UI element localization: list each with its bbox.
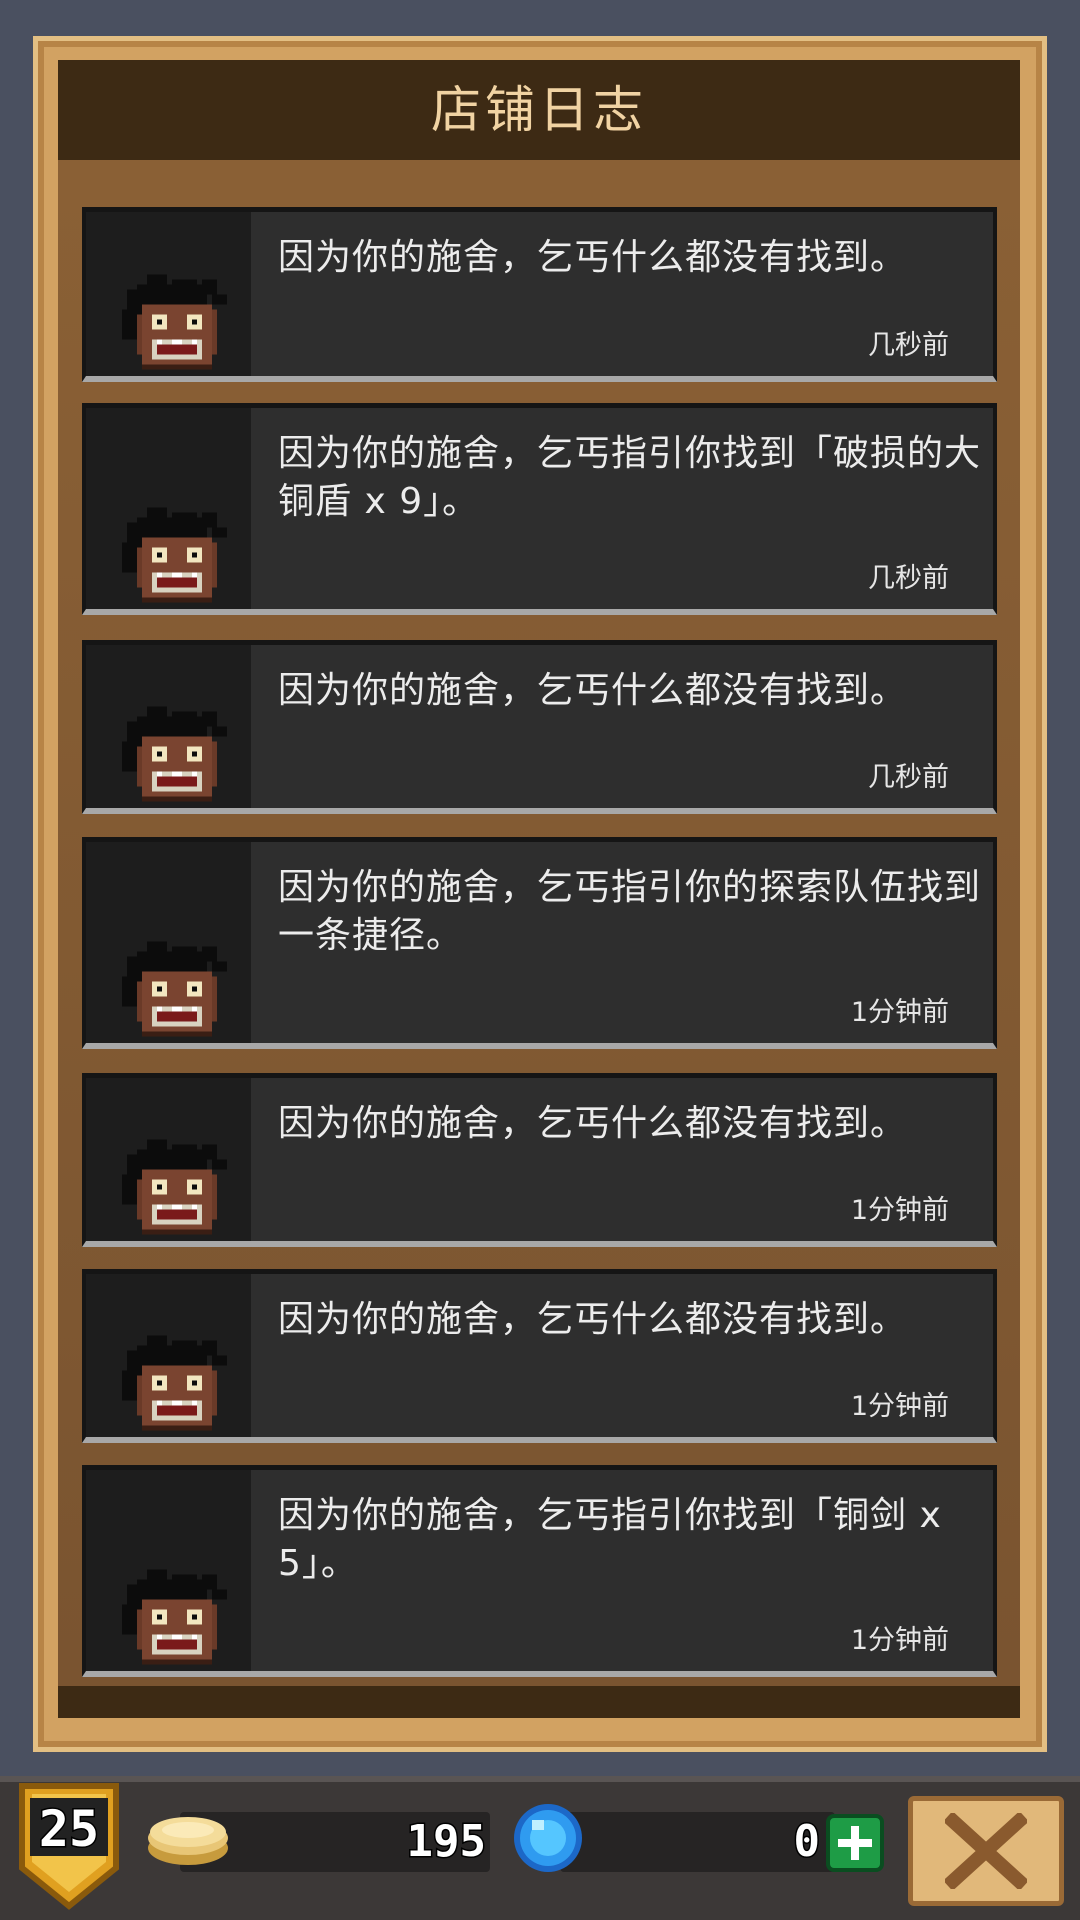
log-entry: 因为你的施舍，乞丐指引你的探索队伍找到一条捷径。 1分钟前 <box>82 837 997 1049</box>
log-message: 因为你的施舍，乞丐什么都没有找到。 <box>278 670 908 711</box>
gem-amount: 0 <box>792 1815 822 1869</box>
log-timestamp: 几秒前 <box>868 563 949 594</box>
log-message: 因为你的施舍，乞丐什么都没有找到。 <box>278 1299 908 1340</box>
log-message: 因为你的施舍，乞丐指引你找到「铜剑 x 5」。 <box>278 1495 942 1584</box>
log-entry: 因为你的施舍，乞丐什么都没有找到。 几秒前 <box>82 207 997 382</box>
beggar-icon <box>122 1335 227 1431</box>
gold-coin-icon <box>148 1817 228 1865</box>
page-title: 店铺日志 <box>431 81 647 139</box>
blue-gem-icon <box>514 1804 582 1872</box>
log-timestamp: 1分钟前 <box>850 1391 949 1422</box>
beggar-icon <box>122 941 227 1037</box>
beggar-icon <box>122 274 227 370</box>
close-button[interactable] <box>908 1796 1064 1906</box>
log-timestamp: 1分钟前 <box>850 1195 949 1226</box>
log-entry: 因为你的施舍，乞丐什么都没有找到。 1分钟前 <box>82 1269 997 1443</box>
close-icon <box>945 1813 1027 1889</box>
avatar <box>86 1470 251 1671</box>
log-timestamp: 1分钟前 <box>850 997 949 1028</box>
log-timestamp: 1分钟前 <box>850 1625 949 1656</box>
gold-amount: 195 <box>405 1815 487 1869</box>
log-entry: 因为你的施舍，乞丐什么都没有找到。 几秒前 <box>82 640 997 814</box>
log-message: 因为你的施舍，乞丐指引你的探索队伍找到一条捷径。 <box>278 867 982 956</box>
log-entry: 因为你的施舍，乞丐指引你找到「破损的大铜盾 x 9」。 几秒前 <box>82 403 997 615</box>
beggar-icon <box>122 1139 227 1235</box>
avatar <box>86 1078 251 1241</box>
beggar-icon <box>122 706 227 802</box>
avatar <box>86 212 251 376</box>
avatar <box>86 408 251 609</box>
player-level: 25 <box>37 1799 100 1860</box>
avatar <box>86 645 251 808</box>
beggar-icon <box>122 1569 227 1665</box>
log-timestamp: 几秒前 <box>868 762 949 793</box>
log-timestamp: 几秒前 <box>868 330 949 361</box>
add-gems-button[interactable] <box>826 1814 884 1872</box>
log-message: 因为你的施舍，乞丐什么都没有找到。 <box>278 1103 908 1144</box>
avatar <box>86 1274 251 1437</box>
beggar-icon <box>122 507 227 603</box>
log-entry: 因为你的施舍，乞丐指引你找到「铜剑 x 5」。 1分钟前 <box>82 1465 997 1677</box>
log-message: 因为你的施舍，乞丐什么都没有找到。 <box>278 237 908 278</box>
log-message: 因为你的施舍，乞丐指引你找到「破损的大铜盾 x 9」。 <box>278 433 982 522</box>
log-entry: 因为你的施舍，乞丐什么都没有找到。 1分钟前 <box>82 1073 997 1247</box>
avatar <box>86 842 251 1043</box>
